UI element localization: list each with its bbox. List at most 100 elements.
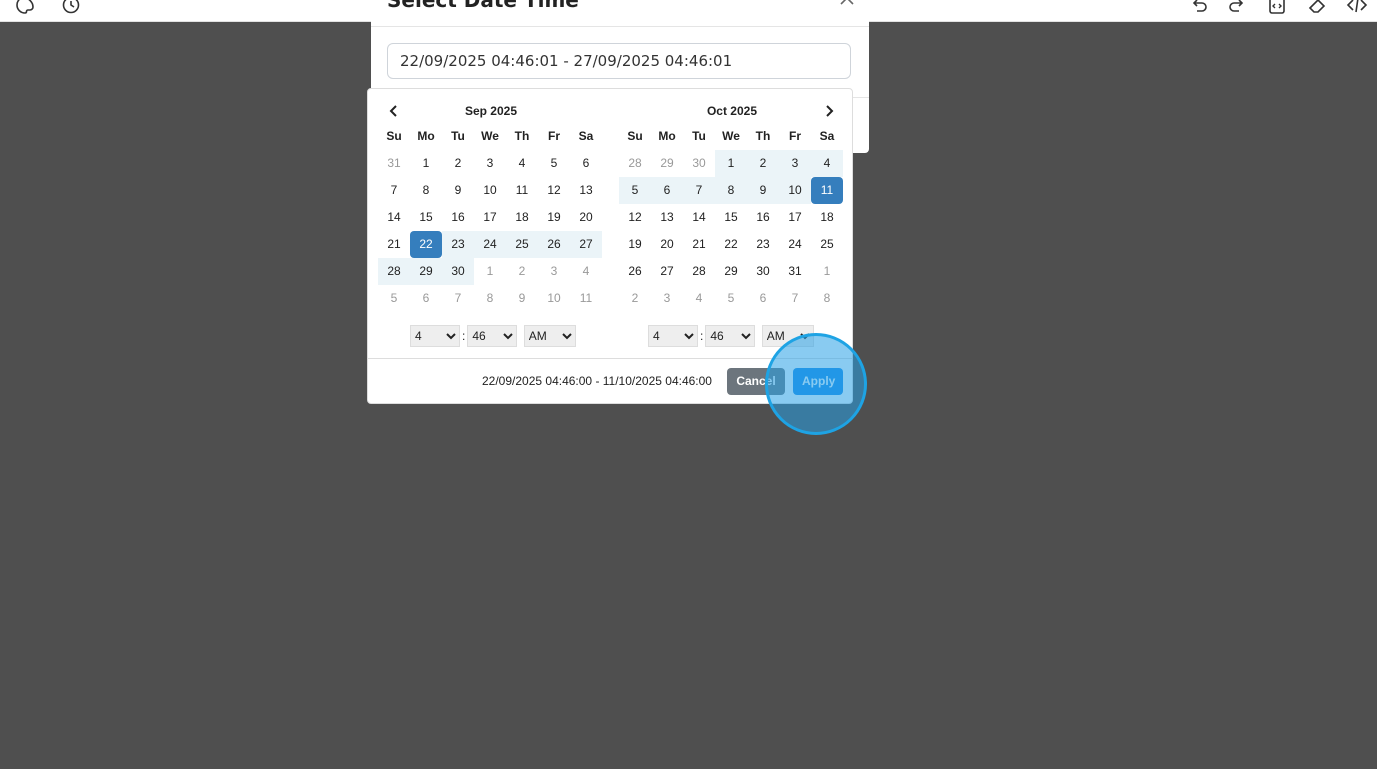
calendar-day[interactable]: 9 <box>506 285 538 312</box>
ampm-select[interactable]: AM <box>523 325 576 347</box>
calendar-day[interactable]: 21 <box>683 231 715 258</box>
calendar-day[interactable]: 29 <box>410 258 442 285</box>
undo-icon[interactable] <box>1188 0 1210 16</box>
hour-select[interactable]: 4 <box>648 325 698 347</box>
calendar-day[interactable]: 13 <box>651 204 683 231</box>
calendar-day[interactable]: 23 <box>442 231 474 258</box>
calendar-day[interactable]: 10 <box>474 177 506 204</box>
calendar-day[interactable]: 8 <box>410 177 442 204</box>
calendar-day[interactable]: 27 <box>651 258 683 285</box>
calendar-day[interactable]: 9 <box>442 177 474 204</box>
calendar-day[interactable]: 4 <box>683 285 715 312</box>
calendar-day[interactable]: 1 <box>811 258 843 285</box>
calendar-day[interactable]: 22 <box>715 231 747 258</box>
calendar-day[interactable]: 14 <box>683 204 715 231</box>
calendar-day[interactable]: 29 <box>651 150 683 177</box>
date-range-input[interactable]: 22/09/2025 04:46:01 - 27/09/2025 04:46:0… <box>387 43 851 79</box>
minute-select[interactable]: 46 <box>705 325 756 347</box>
calendar-day[interactable]: 4 <box>811 150 843 177</box>
calendar-day[interactable]: 9 <box>747 177 779 204</box>
calendar-day[interactable]: 31 <box>779 258 811 285</box>
redo-icon[interactable] <box>1226 0 1248 16</box>
calendar-day[interactable]: 2 <box>506 258 538 285</box>
calendar-day[interactable]: 8 <box>811 285 843 312</box>
calendar-day[interactable]: 10 <box>538 285 570 312</box>
calendar-day[interactable]: 24 <box>779 231 811 258</box>
calendar-day[interactable]: 1 <box>715 150 747 177</box>
calendar-day[interactable]: 7 <box>442 285 474 312</box>
calendar-day[interactable]: 7 <box>779 285 811 312</box>
code-file-icon[interactable] <box>1266 0 1288 16</box>
calendar-day[interactable]: 4 <box>570 258 602 285</box>
calendar-day[interactable]: 5 <box>715 285 747 312</box>
calendar-day[interactable]: 11 <box>570 285 602 312</box>
calendar-day[interactable]: 28 <box>619 150 651 177</box>
calendar-day[interactable]: 1 <box>474 258 506 285</box>
calendar-day[interactable]: 28 <box>683 258 715 285</box>
calendar-day[interactable]: 30 <box>683 150 715 177</box>
next-month-icon[interactable] <box>821 103 837 119</box>
calendar-day[interactable]: 2 <box>619 285 651 312</box>
calendar-day[interactable]: 12 <box>619 204 651 231</box>
calendar-day[interactable]: 29 <box>715 258 747 285</box>
eraser-icon[interactable] <box>1306 0 1328 16</box>
close-icon[interactable] <box>837 0 857 8</box>
calendar-day[interactable]: 17 <box>779 204 811 231</box>
calendar-day[interactable]: 12 <box>538 177 570 204</box>
calendar-day[interactable]: 7 <box>378 177 410 204</box>
calendar-day[interactable]: 1 <box>410 150 442 177</box>
hour-select[interactable]: 4 <box>410 325 460 347</box>
calendar-day[interactable]: 11 <box>506 177 538 204</box>
history-icon[interactable] <box>60 0 82 16</box>
calendar-day[interactable]: 3 <box>538 258 570 285</box>
calendar-day[interactable]: 18 <box>506 204 538 231</box>
calendar-day[interactable]: 28 <box>378 258 410 285</box>
calendar-day[interactable]: 18 <box>811 204 843 231</box>
calendar-day[interactable]: 27 <box>570 231 602 258</box>
calendar-day[interactable]: 3 <box>651 285 683 312</box>
calendar-day[interactable]: 5 <box>538 150 570 177</box>
calendar-day[interactable]: 26 <box>619 258 651 285</box>
calendar-day[interactable]: 19 <box>538 204 570 231</box>
calendar-day[interactable]: 25 <box>506 231 538 258</box>
calendar-day[interactable]: 8 <box>715 177 747 204</box>
calendar-day[interactable]: 26 <box>538 231 570 258</box>
calendar-day[interactable]: 2 <box>747 150 779 177</box>
calendar-day[interactable]: 5 <box>378 285 410 312</box>
ampm-select[interactable]: AM <box>761 325 814 347</box>
calendar-day[interactable]: 14 <box>378 204 410 231</box>
calendar-day[interactable]: 23 <box>747 231 779 258</box>
calendar-day[interactable]: 16 <box>747 204 779 231</box>
palette-icon[interactable] <box>14 0 36 16</box>
calendar-day[interactable]: 22 <box>410 231 442 258</box>
calendar-day[interactable]: 15 <box>715 204 747 231</box>
calendar-day[interactable]: 2 <box>442 150 474 177</box>
calendar-day[interactable]: 30 <box>747 258 779 285</box>
calendar-day[interactable]: 6 <box>747 285 779 312</box>
calendar-day[interactable]: 20 <box>570 204 602 231</box>
calendar-day[interactable]: 3 <box>779 150 811 177</box>
code-icon[interactable] <box>1346 0 1368 16</box>
calendar-day[interactable]: 30 <box>442 258 474 285</box>
calendar-day[interactable]: 19 <box>619 231 651 258</box>
calendar-day[interactable]: 20 <box>651 231 683 258</box>
calendar-day[interactable]: 10 <box>779 177 811 204</box>
calendar-day[interactable]: 13 <box>570 177 602 204</box>
calendar-day[interactable]: 3 <box>474 150 506 177</box>
calendar-day[interactable]: 4 <box>506 150 538 177</box>
calendar-day[interactable]: 6 <box>651 177 683 204</box>
calendar-day[interactable]: 7 <box>683 177 715 204</box>
calendar-day[interactable]: 5 <box>619 177 651 204</box>
minute-select[interactable]: 46 <box>467 325 518 347</box>
apply-button[interactable]: Apply <box>793 368 843 395</box>
calendar-day[interactable]: 21 <box>378 231 410 258</box>
calendar-day[interactable]: 6 <box>410 285 442 312</box>
calendar-day[interactable]: 24 <box>474 231 506 258</box>
cancel-button[interactable]: Cancel <box>727 368 785 395</box>
calendar-day[interactable]: 16 <box>442 204 474 231</box>
calendar-day[interactable]: 17 <box>474 204 506 231</box>
calendar-day[interactable]: 8 <box>474 285 506 312</box>
calendar-day[interactable]: 31 <box>378 150 410 177</box>
calendar-day[interactable]: 25 <box>811 231 843 258</box>
calendar-day[interactable]: 15 <box>410 204 442 231</box>
